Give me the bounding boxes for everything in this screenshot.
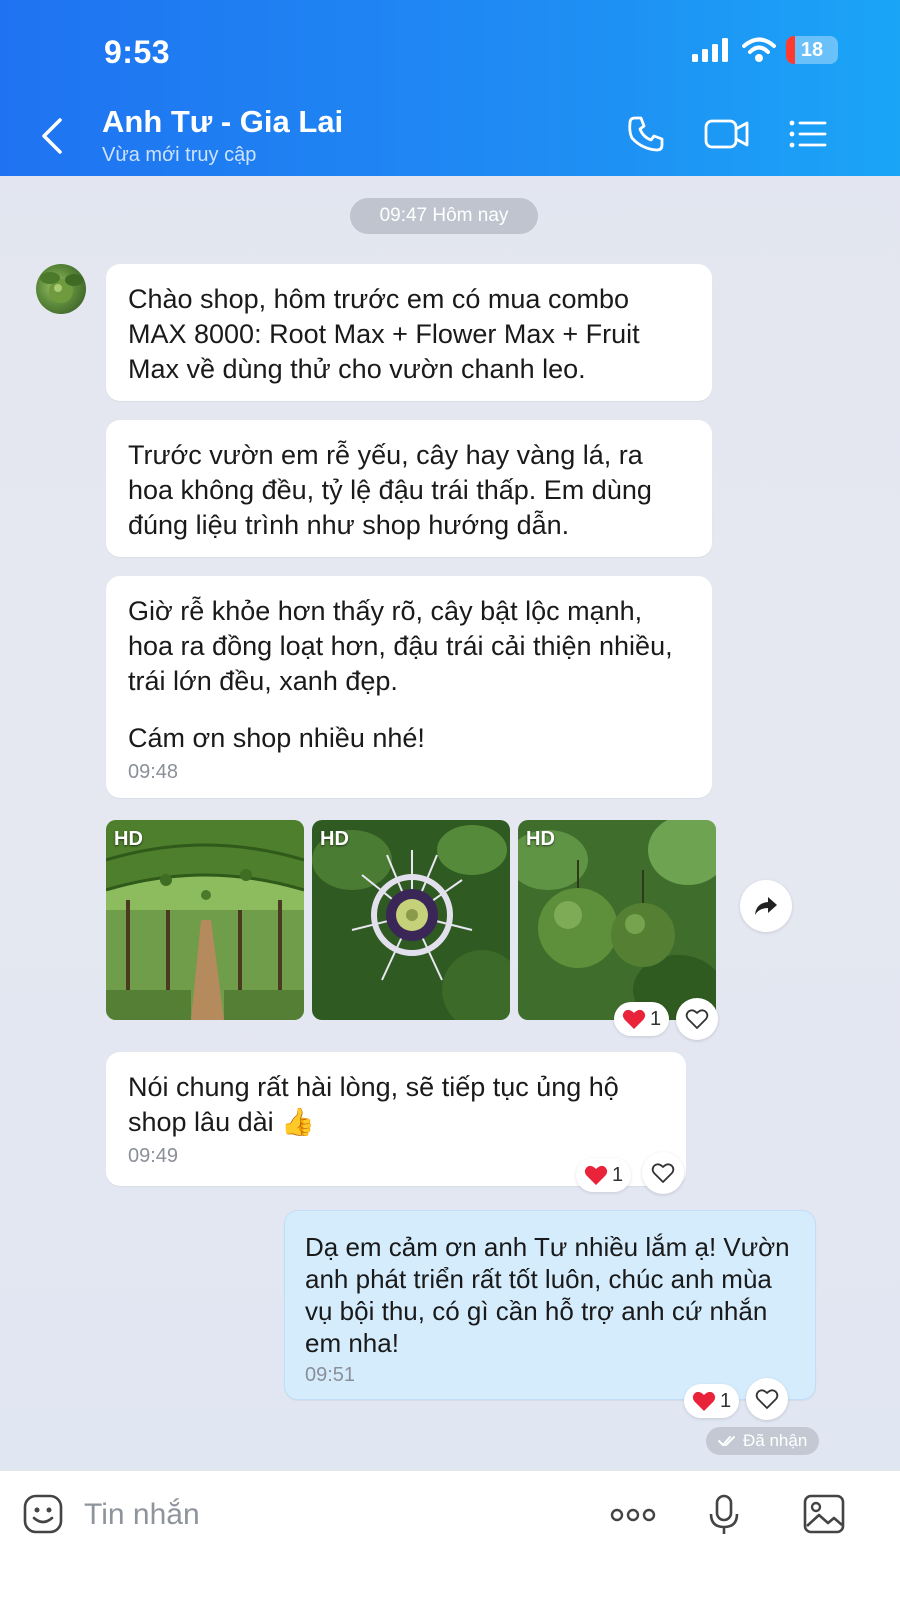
chevron-left-icon — [42, 118, 62, 154]
message-text: Chào shop, hôm trước em có mua combo MAX… — [128, 284, 640, 384]
message-text: Nói chung rất hài lòng, sẽ tiếp tục ủng … — [128, 1072, 619, 1137]
status-time: 9:53 — [104, 34, 171, 70]
video-call-button[interactable] — [704, 114, 750, 159]
voice-message-button[interactable] — [708, 1493, 740, 1542]
message-bubble[interactable]: Chào shop, hôm trước em có mua combo MAX… — [106, 264, 712, 401]
signal-icon — [692, 38, 728, 62]
message-input-bar: Tin nhắn — [0, 1470, 900, 1599]
avatar[interactable] — [36, 264, 86, 314]
chat-header: 9:53 18 Anh Tư - Gia Lai Vừa mới truy cậ… — [0, 0, 900, 176]
voice-call-button[interactable] — [626, 114, 666, 159]
react-button[interactable] — [746, 1378, 788, 1420]
reaction-count[interactable]: 1 — [684, 1384, 740, 1418]
photo-thumbnail[interactable]: HD — [518, 820, 716, 1020]
double-check-icon — [718, 1436, 735, 1447]
hd-badge: HD — [114, 828, 143, 850]
sticker-button[interactable] — [22, 1493, 64, 1540]
hd-badge: HD — [526, 828, 555, 850]
video-camera-icon — [704, 119, 749, 149]
heart-icon — [622, 1009, 646, 1029]
image-picker-button[interactable] — [802, 1493, 846, 1540]
reaction-number: 1 — [612, 1163, 624, 1186]
heart-icon — [584, 1165, 608, 1185]
reaction-count[interactable]: 1 — [576, 1158, 632, 1192]
message-text: Cám ơn shop nhiều nhé! — [128, 723, 425, 753]
contact-name[interactable]: Anh Tư - Gia Lai — [102, 104, 343, 140]
battery-indicator: 18 — [786, 36, 838, 64]
date-separator: 09:47 Hôm nay — [350, 198, 538, 234]
image-icon — [803, 1494, 845, 1534]
photo-thumbnail[interactable]: HD — [106, 820, 304, 1020]
hd-badge: HD — [320, 828, 349, 850]
message-input[interactable]: Tin nhắn — [84, 1498, 200, 1532]
delivery-status: Đã nhận — [706, 1427, 820, 1455]
contact-status: Vừa mới truy cập — [102, 144, 257, 166]
heart-outline-icon — [651, 1163, 675, 1183]
more-options-button[interactable] — [610, 1507, 656, 1528]
reaction-count[interactable]: 1 — [614, 1002, 670, 1036]
heart-outline-icon — [755, 1389, 779, 1409]
react-button[interactable] — [676, 998, 718, 1040]
reaction-number: 1 — [650, 1007, 662, 1030]
sticker-icon — [23, 1494, 63, 1534]
react-button[interactable] — [642, 1152, 684, 1194]
back-button[interactable] — [36, 116, 72, 156]
more-dots-icon — [610, 1508, 656, 1522]
my-message-bubble[interactable]: Dạ em cảm ơn anh Tư nhiều lắm ạ! Vườn an… — [284, 1210, 816, 1400]
wifi-icon — [742, 37, 776, 62]
heart-outline-icon — [685, 1009, 709, 1029]
status-icons: 18 — [692, 36, 838, 64]
chat-menu-button[interactable] — [788, 114, 828, 159]
reaction-number: 1 — [720, 1389, 732, 1412]
phone-icon — [628, 116, 664, 152]
message-text: Trước vườn em rễ yếu, cây hay vàng lá, r… — [128, 440, 652, 540]
avatar-image — [40, 272, 83, 303]
list-menu-icon — [789, 120, 827, 148]
photo-thumbnail[interactable]: HD — [312, 820, 510, 1020]
heart-icon — [692, 1391, 716, 1411]
message-bubble[interactable]: Giờ rễ khỏe hơn thấy rõ, cây bật lộc mạn… — [106, 576, 712, 798]
message-text: Giờ rễ khỏe hơn thấy rõ, cây bật lộc mạn… — [128, 596, 673, 696]
microphone-icon — [709, 1494, 739, 1534]
message-text: Dạ em cảm ơn anh Tư nhiều lắm ạ! Vườn an… — [305, 1232, 790, 1358]
share-arrow-icon — [755, 897, 777, 915]
share-button[interactable] — [740, 880, 792, 932]
message-time: 09:48 — [128, 761, 179, 783]
message-bubble[interactable]: Trước vườn em rễ yếu, cây hay vàng lá, r… — [106, 420, 712, 557]
